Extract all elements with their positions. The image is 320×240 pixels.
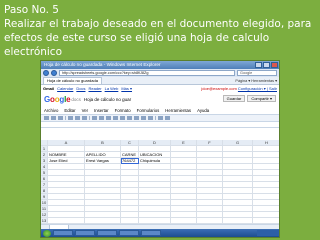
menu-herramientas[interactable]: Herramientas xyxy=(165,108,191,113)
system-tray xyxy=(257,230,279,236)
menu-ver[interactable]: Ver xyxy=(82,108,88,113)
sheet-title[interactable]: Hoja de cálculo no guar xyxy=(84,97,131,102)
merge-icon[interactable] xyxy=(141,116,146,120)
spreadsheet-grid: A B C D E F G H 1 2 NOMBRE APELLIDO CARNE UBI… xyxy=(41,140,279,224)
search-input[interactable]: Google xyxy=(237,70,277,76)
wrap-icon[interactable] xyxy=(148,116,153,120)
google-logo: Google xyxy=(44,94,71,104)
start-button[interactable] xyxy=(43,229,51,237)
browser-screenshot: Hoja de cálculo no guardada - Windows In… xyxy=(40,60,280,238)
menu-ayuda[interactable]: Ayuda xyxy=(197,108,209,113)
taskbar-item[interactable] xyxy=(119,230,139,236)
gbar-calendar[interactable]: Calendar xyxy=(57,86,73,91)
fill-color-icon[interactable] xyxy=(120,116,125,120)
toolbar-divider xyxy=(155,116,156,120)
share-button[interactable]: Compartir ▾ xyxy=(247,95,276,102)
grid-rows: 1 2 NOMBRE APELLIDO CARNE UBICACION 3 Jose Elie… xyxy=(41,146,279,224)
bold-icon[interactable] xyxy=(99,116,104,120)
gbar-docs[interactable]: Docs xyxy=(76,86,85,91)
window-controls xyxy=(255,62,278,68)
browser-tabbar: Hoja de cálculo no guardada Página ▾ Her… xyxy=(41,77,279,85)
menu-bar: Archivo Editar Ver Insertar Formato Form… xyxy=(41,106,279,114)
address-bar: http://spreadsheets.google.com/ccc?key=s… xyxy=(41,69,279,77)
menu-formularios[interactable]: Formularios xyxy=(137,108,160,113)
undo-icon[interactable] xyxy=(51,116,56,120)
user-email: jdoe@example.com xyxy=(201,86,237,91)
formula-bar[interactable] xyxy=(41,122,279,128)
taskbar-item[interactable] xyxy=(97,230,117,236)
strikethrough-icon[interactable] xyxy=(106,116,111,120)
browser-tab[interactable]: Hoja de cálculo no guardada xyxy=(43,77,102,84)
redo-icon[interactable] xyxy=(58,116,63,120)
user-links[interactable]: Configuración ▾ | Salir xyxy=(238,86,277,91)
back-icon[interactable] xyxy=(43,70,49,76)
gbar-reader[interactable]: Reader xyxy=(88,86,101,91)
print-icon[interactable] xyxy=(44,116,49,120)
google-bar: Gmail Calendar Docs Reader La Web Más ▾ … xyxy=(41,85,279,92)
gbar-gmail[interactable]: Gmail xyxy=(43,86,54,91)
windows-taskbar xyxy=(41,229,279,237)
toolbar-divider xyxy=(65,116,66,120)
font-size-icon[interactable] xyxy=(92,116,97,120)
menu-editar[interactable]: Editar xyxy=(64,108,75,113)
taskbar-item[interactable] xyxy=(141,230,161,236)
save-button[interactable]: Guardar xyxy=(222,95,246,102)
align-icon[interactable] xyxy=(134,116,139,120)
ie-tools[interactable]: Página ▾ Herramientas ▾ xyxy=(235,78,277,83)
borders-icon[interactable] xyxy=(127,116,132,120)
slide-caption: Paso No. 5 Realizar el trabajo deseado e… xyxy=(4,3,316,59)
sum-icon[interactable] xyxy=(158,116,163,120)
window-titlebar: Hoja de cálculo no guardada - Windows In… xyxy=(41,61,279,69)
text-color-icon[interactable] xyxy=(113,116,118,120)
percent-icon[interactable] xyxy=(75,116,80,120)
caption-title: Paso No. 5 xyxy=(4,4,59,16)
forward-icon[interactable] xyxy=(51,70,57,76)
maximize-icon[interactable] xyxy=(263,62,270,68)
chart-icon[interactable] xyxy=(165,116,170,120)
taskbar-item[interactable] xyxy=(53,230,73,236)
close-icon[interactable] xyxy=(271,62,278,68)
gbar-more[interactable]: Más ▾ xyxy=(121,86,132,91)
toolbar-divider xyxy=(89,116,90,120)
window-title: Hoja de cálculo no guardada - Windows In… xyxy=(44,62,161,67)
doc-header: Google docs Hoja de cálculo no guar Guar… xyxy=(41,92,279,106)
user-area: jdoe@example.com Configuración ▾ | Salir xyxy=(201,86,277,91)
docs-logo-text: docs xyxy=(71,96,81,102)
menu-insertar[interactable]: Insertar xyxy=(94,108,109,113)
gbar-web[interactable]: La Web xyxy=(105,86,119,91)
minimize-icon[interactable] xyxy=(255,62,262,68)
doc-actions: Guardar Compartir ▾ xyxy=(222,95,276,102)
caption-body: Realizar el trabajo deseado en el docume… xyxy=(4,18,312,58)
currency-icon[interactable] xyxy=(68,116,73,120)
menu-formato[interactable]: Formato xyxy=(115,108,131,113)
menu-archivo[interactable]: Archivo xyxy=(44,108,58,113)
taskbar-item[interactable] xyxy=(75,230,95,236)
format-toolbar xyxy=(41,114,279,122)
url-input[interactable]: http://spreadsheets.google.com/ccc?key=s… xyxy=(59,70,235,76)
number-format-icon[interactable] xyxy=(82,116,87,120)
